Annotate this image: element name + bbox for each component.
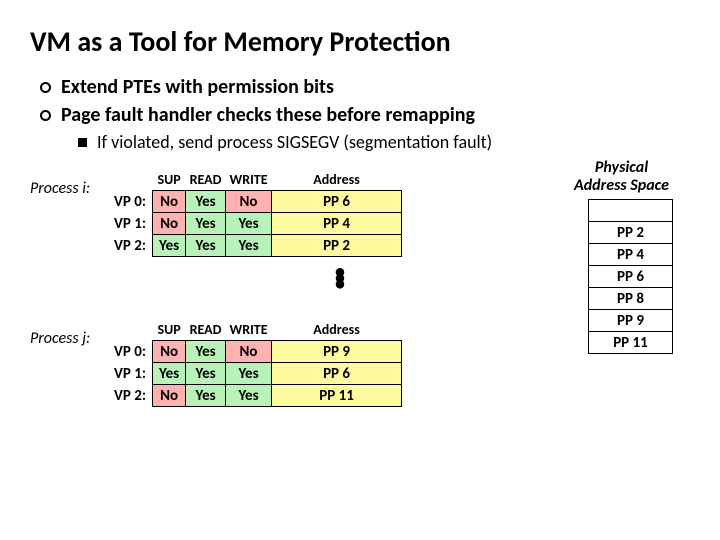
square-icon	[78, 138, 87, 147]
bullet-1-text: Extend PTEs with permission bits	[61, 75, 334, 99]
diagram-area: Process i: SUP READ WRITE Address VP 0: …	[30, 171, 690, 491]
vp-label: VP 0:	[108, 341, 153, 363]
table-row: VP 1: Yes Yes Yes PP 6	[108, 363, 402, 385]
phys-row: PP 4	[589, 244, 673, 266]
col-write: WRITE	[226, 321, 272, 341]
table-header-row: SUP READ WRITE Address	[108, 321, 402, 341]
vp-label: VP 0:	[108, 191, 153, 213]
circle-icon	[40, 110, 51, 121]
phys-label-line2: Address Space	[574, 176, 669, 195]
bullet-2: Page fault handler checks these before r…	[40, 103, 690, 127]
cell-read: Yes	[186, 191, 226, 213]
cell-write: Yes	[226, 235, 272, 257]
circle-icon	[40, 82, 51, 93]
cell-read: Yes	[186, 385, 226, 407]
cell-write: No	[226, 191, 272, 213]
page-title: VM as a Tool for Memory Protection	[30, 24, 690, 59]
cell-sup: No	[153, 341, 186, 363]
cell-write: No	[226, 341, 272, 363]
cell-addr: PP 4	[272, 213, 402, 235]
phys-row: PP 6	[589, 266, 673, 288]
phys-cell: PP 6	[589, 266, 673, 288]
cell-read: Yes	[186, 363, 226, 385]
col-sup: SUP	[153, 171, 186, 191]
table-row: VP 0: No Yes No PP 6	[108, 191, 402, 213]
phys-row: PP 9	[589, 310, 673, 332]
cell-write: Yes	[226, 385, 272, 407]
phys-cell: PP 2	[589, 222, 673, 244]
physical-space-label: Physical Address Space	[574, 159, 669, 195]
vp-label: VP 1:	[108, 363, 153, 385]
sub-bullet-text: If violated, send process SIGSEGV (segme…	[97, 131, 492, 153]
phys-row: PP 11	[589, 332, 673, 354]
col-sup: SUP	[153, 321, 186, 341]
phys-cell: PP 8	[589, 288, 673, 310]
col-addr: Address	[272, 321, 402, 341]
phys-cell	[589, 200, 673, 222]
col-read: READ	[186, 321, 226, 341]
cell-sup: No	[153, 191, 186, 213]
phys-row	[589, 200, 673, 222]
cell-sup: No	[153, 213, 186, 235]
process-j-label: Process j:	[30, 329, 90, 348]
cell-sup: Yes	[153, 235, 186, 257]
phys-cell: PP 4	[589, 244, 673, 266]
bullet-list: Extend PTEs with permission bits Page fa…	[40, 75, 690, 153]
cell-sup: No	[153, 385, 186, 407]
cell-write: Yes	[226, 213, 272, 235]
vp-label: VP 1:	[108, 213, 153, 235]
col-addr: Address	[272, 171, 402, 191]
vp-label: VP 2:	[108, 235, 153, 257]
sub-bullet: If violated, send process SIGSEGV (segme…	[78, 131, 690, 153]
process-i-label: Process i:	[30, 179, 90, 198]
table-row: VP 2: No Yes Yes PP 11	[108, 385, 402, 407]
table-header-row: SUP READ WRITE Address	[108, 171, 402, 191]
phys-row: PP 2	[589, 222, 673, 244]
table-row: VP 2: Yes Yes Yes PP 2	[108, 235, 402, 257]
phys-cell: PP 9	[589, 310, 673, 332]
table-row: VP 1: No Yes Yes PP 4	[108, 213, 402, 235]
cell-read: Yes	[186, 341, 226, 363]
physical-address-space: PP 2 PP 4 PP 6 PP 8 PP 9 PP 11	[588, 199, 673, 354]
bullet-2-text: Page fault handler checks these before r…	[61, 103, 475, 127]
cell-sup: Yes	[153, 363, 186, 385]
phys-row: PP 8	[589, 288, 673, 310]
phys-label-line1: Physical	[595, 158, 648, 177]
cell-read: Yes	[186, 235, 226, 257]
cell-addr: PP 6	[272, 363, 402, 385]
cell-read: Yes	[186, 213, 226, 235]
vp-label: VP 2:	[108, 385, 153, 407]
cell-write: Yes	[226, 363, 272, 385]
col-read: READ	[186, 171, 226, 191]
page-table-i: SUP READ WRITE Address VP 0: No Yes No P…	[108, 171, 402, 257]
cell-addr: PP 9	[272, 341, 402, 363]
col-write: WRITE	[226, 171, 272, 191]
cell-addr: PP 6	[272, 191, 402, 213]
vertical-ellipsis-icon: •••	[335, 269, 345, 287]
cell-addr: PP 11	[272, 385, 402, 407]
phys-cell: PP 11	[589, 332, 673, 354]
page-table-j: SUP READ WRITE Address VP 0: No Yes No P…	[108, 321, 402, 407]
bullet-1: Extend PTEs with permission bits	[40, 75, 690, 99]
cell-addr: PP 2	[272, 235, 402, 257]
table-row: VP 0: No Yes No PP 9	[108, 341, 402, 363]
